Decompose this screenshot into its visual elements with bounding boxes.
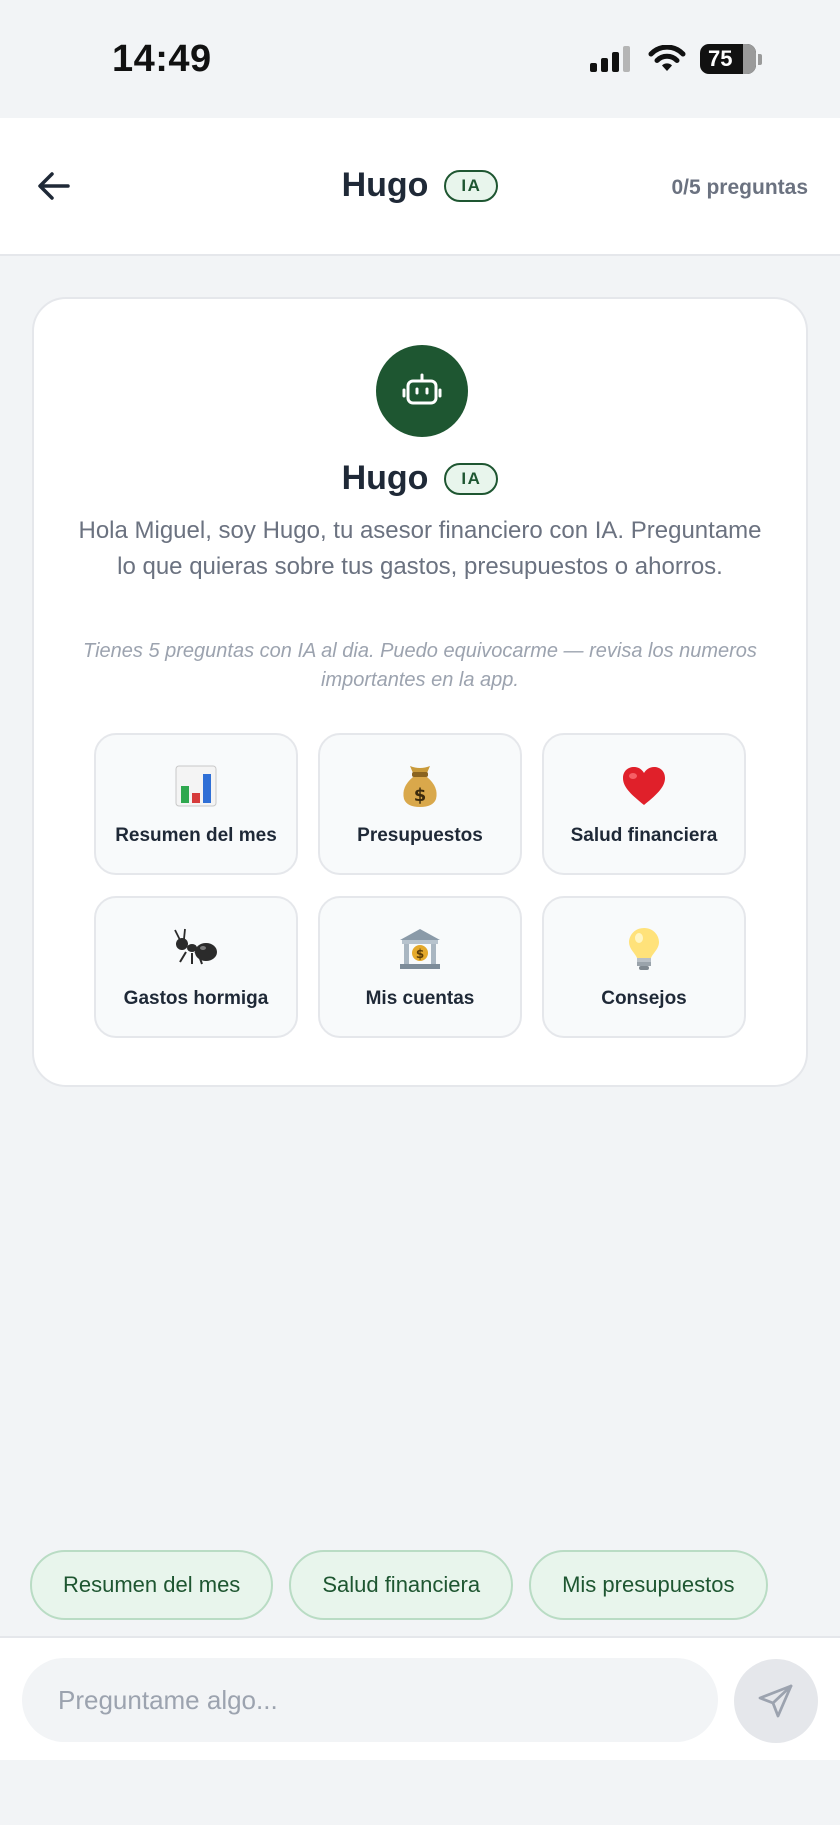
welcome-message: Hola Miguel, soy Hugo, tu asesor financi…	[78, 517, 762, 580]
bot-avatar	[376, 345, 468, 437]
suggestion-chips: Resumen del mes Salud financiera Mis pre…	[30, 1550, 768, 1620]
bank-icon: $	[400, 929, 440, 969]
disclaimer-text: Tienes 5 preguntas con IA al dia. Puedo …	[83, 640, 757, 691]
ia-badge: IA	[444, 169, 499, 202]
money-bag-icon: $	[403, 766, 437, 807]
topic-salud-financiera[interactable]: Salud financiera	[542, 733, 746, 875]
topic-label: Mis cuentas	[365, 988, 475, 1009]
welcome-card: Hugo IA Hola Miguel, soy Hugo, tu asesor…	[32, 297, 808, 1087]
topic-resumen-del-mes[interactable]: Resumen del mes	[94, 733, 298, 875]
chip-resumen-del-mes[interactable]: Resumen del mes	[30, 1550, 274, 1620]
topic-gastos-hormiga[interactable]: Gastos hormiga	[94, 896, 298, 1038]
signal-icon	[590, 46, 630, 72]
topic-label: Resumen del mes	[115, 825, 277, 846]
message-input[interactable]	[22, 1658, 718, 1742]
status-time: 14:49	[112, 38, 212, 80]
topic-label: Presupuestos	[357, 825, 483, 846]
chip-mis-presupuestos[interactable]: Mis presupuestos	[529, 1550, 768, 1620]
battery-icon: 75	[700, 44, 756, 74]
card-title: Hugo	[341, 459, 429, 497]
page-title: Hugo	[341, 166, 429, 204]
topic-consejos[interactable]: Consejos	[542, 896, 746, 1038]
ant-icon	[174, 928, 217, 965]
topic-presupuestos[interactable]: $ Presupuestos	[318, 733, 522, 875]
topic-mis-cuentas[interactable]: $ Mis cuentas	[318, 896, 522, 1038]
card-title-group: Hugo IA	[34, 459, 806, 498]
topic-grid: Resumen del mes $ Presupuestos Salud fin…	[94, 733, 750, 1038]
message-composer	[0, 1636, 840, 1760]
robot-icon	[402, 373, 442, 405]
app-header: Hugo IA 0/5 preguntas	[0, 118, 840, 256]
lightbulb-icon	[629, 928, 659, 970]
chip-salud-financiera[interactable]: Salud financiera	[289, 1550, 514, 1620]
questions-counter: 0/5 preguntas	[671, 176, 808, 199]
ia-badge: IA	[444, 462, 499, 495]
svg-text:$: $	[416, 947, 424, 961]
topic-label: Gastos hormiga	[123, 988, 269, 1009]
topic-label: Salud financiera	[570, 825, 718, 846]
status-icons: 75	[590, 44, 762, 74]
home-indicator-area	[0, 1760, 840, 1825]
bar-chart-icon	[175, 765, 217, 807]
battery-tip	[758, 53, 762, 65]
send-icon	[758, 1684, 793, 1718]
heart-icon	[623, 767, 665, 805]
battery-level: 75	[708, 46, 733, 71]
send-button[interactable]	[734, 1659, 818, 1743]
status-bar: 14:49 75	[0, 0, 840, 118]
svg-text:$: $	[414, 785, 427, 806]
topic-label: Consejos	[601, 988, 687, 1009]
wifi-icon	[648, 45, 686, 71]
